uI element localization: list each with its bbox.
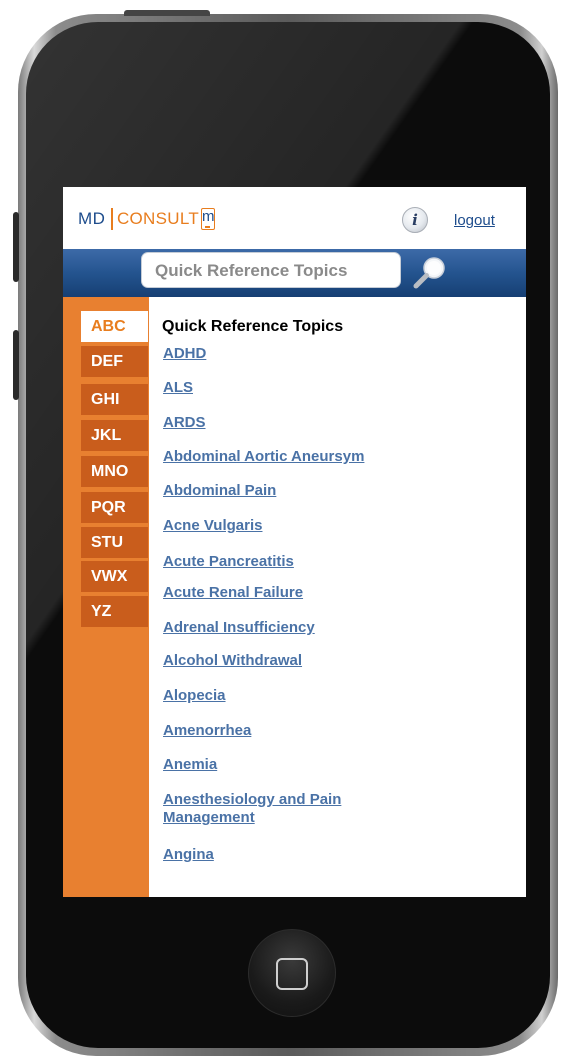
search-bar: Quick Reference Topics [63, 249, 526, 297]
alpha-tab-abc[interactable]: ABC [81, 311, 148, 342]
topic-link[interactable]: Amenorrhea [163, 722, 493, 740]
topic-link[interactable]: ALS [163, 379, 493, 397]
info-icon[interactable]: i [402, 207, 428, 233]
volume-down-button [13, 330, 19, 400]
topic-link[interactable]: Alopecia [163, 687, 493, 705]
topic-link[interactable]: ARDS [163, 414, 493, 432]
app-screen: MD CONSULT m i logout Quick Reference To… [63, 187, 526, 897]
logo-consult-text: CONSULT [116, 209, 200, 228]
mobile-device-icon: m [201, 208, 216, 230]
topic-link[interactable]: Abdominal Aortic Aneursym [163, 448, 493, 466]
alpha-tab-ghi[interactable]: GHI [81, 384, 148, 415]
topic-link[interactable]: Alcohol Withdrawal [163, 652, 493, 670]
topic-link[interactable]: Anemia [163, 756, 493, 774]
topics-heading: Quick Reference Topics [162, 318, 344, 335]
topic-link[interactable]: Acute Pancreatitis [163, 553, 493, 571]
sleep-button [124, 10, 210, 16]
topic-link[interactable]: Angina [163, 846, 493, 864]
logout-link[interactable]: logout [454, 212, 495, 229]
alpha-tab-pqr[interactable]: PQR [81, 492, 148, 523]
alpha-tab-jkl[interactable]: JKL [81, 420, 148, 451]
logo-divider [111, 208, 113, 230]
md-consult-logo: MD CONSULT m [78, 208, 216, 230]
volume-up-button [13, 212, 19, 282]
topic-link[interactable]: ADHD [163, 345, 493, 363]
alpha-tab-stu[interactable]: STU [81, 527, 148, 558]
alpha-tab-mno[interactable]: MNO [81, 456, 148, 487]
alpha-tab-yz[interactable]: YZ [81, 596, 148, 627]
alpha-tab-vwx[interactable]: VWX [81, 561, 148, 592]
topic-link[interactable]: Abdominal Pain [163, 482, 493, 500]
topic-link[interactable]: Acute Renal Failure [163, 584, 493, 602]
alpha-tab-def[interactable]: DEF [81, 346, 148, 377]
logo-md-text: MD [78, 209, 106, 228]
topic-link[interactable]: Anesthesiology and Pain Management [163, 791, 413, 827]
topic-link[interactable]: Acne Vulgaris [163, 517, 493, 535]
search-input[interactable]: Quick Reference Topics [141, 252, 401, 288]
search-icon[interactable] [410, 254, 450, 290]
topic-link[interactable]: Adrenal Insufficiency [163, 619, 493, 637]
home-square-icon [276, 958, 308, 990]
